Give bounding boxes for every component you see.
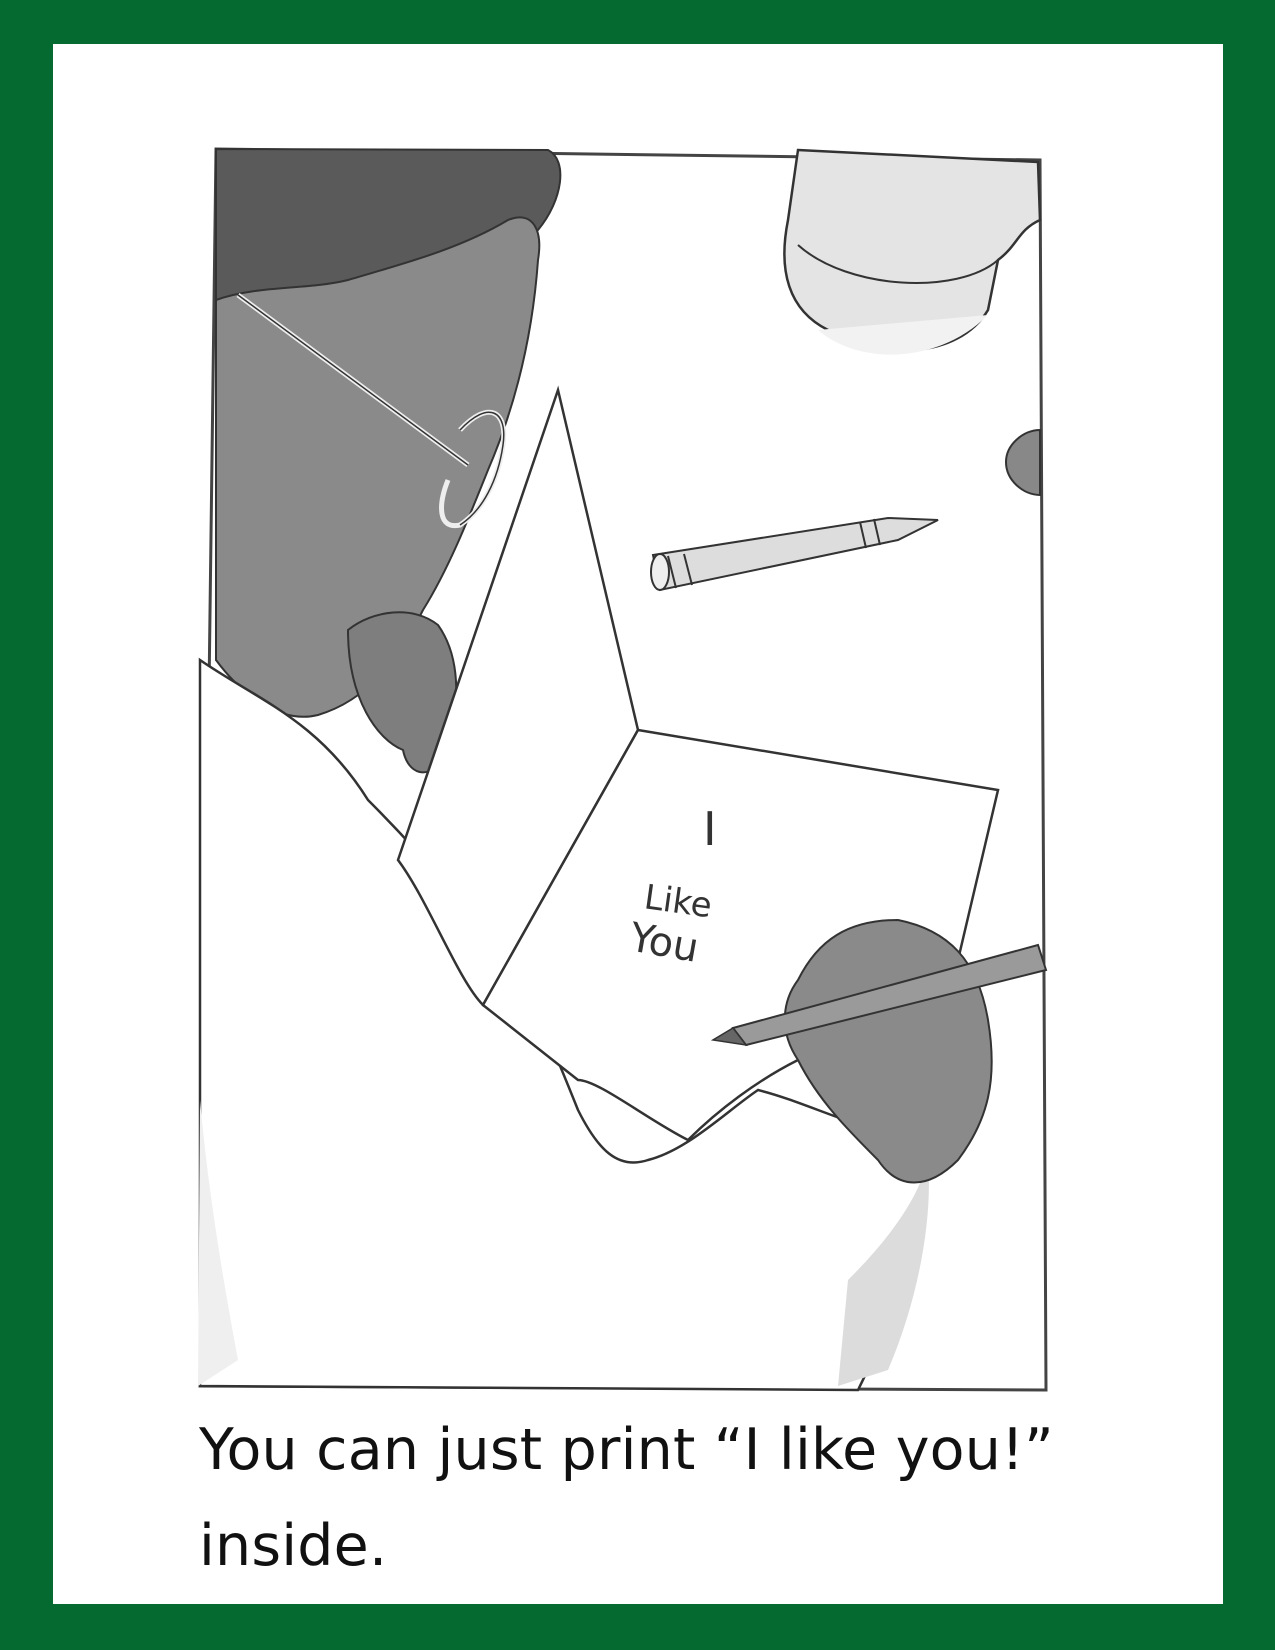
caption-line-2: inside. xyxy=(199,1513,388,1579)
caption-line-1: You can just print “I like you!” xyxy=(199,1417,1054,1483)
illustration-child-writing-card: I Like You xyxy=(198,100,1143,1400)
handwriting-word-1: I xyxy=(703,802,717,856)
caption: You can just print “I like you!” inside. xyxy=(199,1402,1159,1594)
drawing: I Like You xyxy=(198,147,1048,1392)
book-page: I Like You You can just print “I like yo… xyxy=(53,44,1223,1604)
